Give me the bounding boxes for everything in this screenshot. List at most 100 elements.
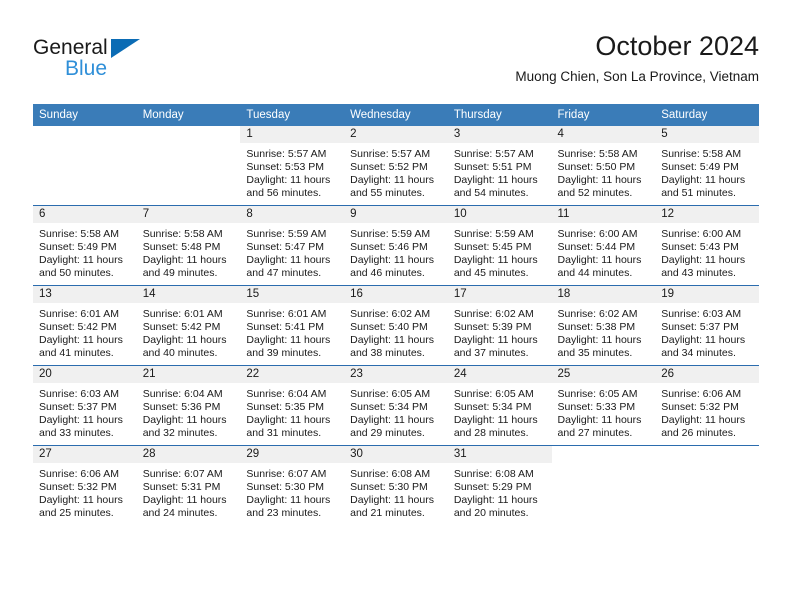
sunset-text: Sunset: 5:38 PM bbox=[557, 321, 636, 334]
calendar-day-cell[interactable]: 17 Sunrise: 6:02 AM Sunset: 5:39 PM Dayligh… bbox=[447, 285, 552, 366]
daylight-text: and 43 minutes. bbox=[661, 267, 736, 280]
day-details: Sunrise: 5:57 AM Sunset: 5:53 PM Daylight:… bbox=[240, 143, 344, 200]
daylight-text: Daylight: 11 hours bbox=[142, 254, 227, 267]
day-number: 8 bbox=[240, 206, 345, 223]
sunset-text: Sunset: 5:37 PM bbox=[661, 321, 739, 334]
calendar-day-cell[interactable]: 31 Sunrise: 6:08 AM Sunset: 5:29 PM Dayligh… bbox=[447, 445, 552, 525]
calendar-day-cell[interactable]: 7 Sunrise: 5:58 AM Sunset: 5:48 PM Daylight… bbox=[136, 205, 241, 286]
sunset-text: Sunset: 5:33 PM bbox=[557, 401, 636, 414]
day-number bbox=[136, 126, 241, 143]
day-number: 24 bbox=[447, 366, 552, 383]
day-cell-inner: 13 Sunrise: 6:01 AM Sunset: 5:42 PM Dayligh… bbox=[33, 286, 137, 365]
calendar-day-cell[interactable]: 27 Sunrise: 6:06 AM Sunset: 5:32 PM Dayligh… bbox=[33, 445, 137, 525]
general-blue-logo: General Blue bbox=[33, 36, 163, 86]
daylight-text: Daylight: 11 hours bbox=[661, 334, 746, 347]
day-details: Sunrise: 6:06 AM Sunset: 5:32 PM Daylight:… bbox=[655, 383, 759, 440]
logo-triangle-icon bbox=[111, 39, 140, 58]
sunset-text: Sunset: 5:32 PM bbox=[39, 481, 117, 494]
sunset-text: Sunset: 5:42 PM bbox=[39, 321, 117, 334]
day-number: 29 bbox=[240, 446, 345, 463]
calendar-day-cell[interactable]: 6 Sunrise: 5:58 AM Sunset: 5:49 PM Daylight… bbox=[33, 205, 137, 286]
calendar-day-cell[interactable]: 10 Sunrise: 5:59 AM Sunset: 5:45 PM Dayligh… bbox=[447, 205, 552, 286]
sunset-text: Sunset: 5:39 PM bbox=[453, 321, 532, 334]
sunrise-text: Sunrise: 6:08 AM bbox=[453, 468, 534, 480]
day-cell-inner: 19 Sunrise: 6:03 AM Sunset: 5:37 PM Dayligh… bbox=[655, 286, 759, 365]
day-cell-inner: 8 Sunrise: 5:59 AM Sunset: 5:47 PM Daylight… bbox=[240, 206, 345, 285]
calendar-day-cell[interactable]: 28 Sunrise: 6:07 AM Sunset: 5:31 PM Dayligh… bbox=[136, 445, 241, 525]
day-number: 30 bbox=[344, 446, 448, 463]
day-cell-inner: 2 Sunrise: 5:57 AM Sunset: 5:52 PM Daylight… bbox=[344, 126, 448, 205]
calendar-day-cell[interactable]: 19 Sunrise: 6:03 AM Sunset: 5:37 PM Dayligh… bbox=[655, 285, 759, 366]
daylight-text: and 46 minutes. bbox=[350, 267, 425, 280]
calendar-day-cell[interactable]: 22 Sunrise: 6:04 AM Sunset: 5:35 PM Dayligh… bbox=[240, 365, 345, 446]
sunrise-text: Sunrise: 6:01 AM bbox=[39, 308, 119, 320]
sunrise-text: Sunrise: 5:58 AM bbox=[142, 228, 223, 240]
calendar-day-cell[interactable]: 25 Sunrise: 6:05 AM Sunset: 5:33 PM Dayligh… bbox=[551, 365, 656, 446]
sunset-text: Sunset: 5:47 PM bbox=[246, 241, 325, 254]
sunset-text: Sunset: 5:49 PM bbox=[39, 241, 117, 254]
weekday-header-wednesday: Wednesday bbox=[344, 104, 448, 126]
weekday-header-sunday: Sunday bbox=[33, 104, 137, 126]
day-cell-inner bbox=[33, 126, 137, 205]
calendar-day-cell[interactable]: 13 Sunrise: 6:01 AM Sunset: 5:42 PM Dayligh… bbox=[33, 285, 137, 366]
calendar-week-row: 6 Sunrise: 5:58 AM Sunset: 5:49 PM Daylight… bbox=[33, 205, 759, 286]
daylight-text: and 40 minutes. bbox=[142, 347, 218, 360]
calendar-day-cell[interactable]: 16 Sunrise: 6:02 AM Sunset: 5:40 PM Dayligh… bbox=[344, 285, 448, 366]
day-number bbox=[551, 446, 656, 463]
calendar-day-cell[interactable]: 5 Sunrise: 5:58 AM Sunset: 5:49 PM Daylight… bbox=[655, 126, 759, 206]
daylight-text: Daylight: 11 hours bbox=[661, 254, 746, 267]
day-cell-inner: 5 Sunrise: 5:58 AM Sunset: 5:49 PM Daylight… bbox=[655, 126, 759, 205]
calendar-day-cell[interactable]: 18 Sunrise: 6:02 AM Sunset: 5:38 PM Dayligh… bbox=[551, 285, 656, 366]
calendar-day-cell[interactable]: 14 Sunrise: 6:01 AM Sunset: 5:42 PM Dayligh… bbox=[136, 285, 241, 366]
daylight-text: Daylight: 11 hours bbox=[557, 174, 642, 187]
sunset-text: Sunset: 5:36 PM bbox=[142, 401, 221, 414]
calendar-day-cell[interactable]: 20 Sunrise: 6:03 AM Sunset: 5:37 PM Dayligh… bbox=[33, 365, 137, 446]
sunrise-text: Sunrise: 6:00 AM bbox=[557, 228, 638, 240]
day-number: 2 bbox=[344, 126, 448, 143]
calendar-day-cell[interactable]: 30 Sunrise: 6:08 AM Sunset: 5:30 PM Dayligh… bbox=[344, 445, 448, 525]
calendar-day-cell[interactable]: 23 Sunrise: 6:05 AM Sunset: 5:34 PM Dayligh… bbox=[344, 365, 448, 446]
day-number: 11 bbox=[551, 206, 656, 223]
sunset-text: Sunset: 5:45 PM bbox=[453, 241, 532, 254]
calendar-day-cell[interactable]: 29 Sunrise: 6:07 AM Sunset: 5:30 PM Dayligh… bbox=[240, 445, 345, 525]
calendar-day-cell[interactable]: 12 Sunrise: 6:00 AM Sunset: 5:43 PM Dayligh… bbox=[655, 205, 759, 286]
calendar-day-cell[interactable]: 1 Sunrise: 5:57 AM Sunset: 5:53 PM Daylight… bbox=[240, 126, 345, 206]
calendar-day-cell[interactable]: 9 Sunrise: 5:59 AM Sunset: 5:46 PM Daylight… bbox=[344, 205, 448, 286]
daylight-text: and 29 minutes. bbox=[350, 427, 425, 440]
daylight-text: and 45 minutes. bbox=[453, 267, 529, 280]
daylight-text: Daylight: 11 hours bbox=[39, 414, 123, 427]
day-cell-inner bbox=[655, 446, 759, 525]
sunrise-text: Sunrise: 6:00 AM bbox=[661, 228, 742, 240]
daylight-text: and 21 minutes. bbox=[350, 507, 425, 520]
day-details: Sunrise: 5:57 AM Sunset: 5:52 PM Daylight:… bbox=[344, 143, 448, 200]
daylight-text: Daylight: 11 hours bbox=[39, 254, 123, 267]
calendar-day-cell[interactable]: 11 Sunrise: 6:00 AM Sunset: 5:44 PM Dayligh… bbox=[551, 205, 656, 286]
day-details: Sunrise: 6:08 AM Sunset: 5:29 PM Daylight:… bbox=[448, 463, 552, 520]
day-details: Sunrise: 6:00 AM Sunset: 5:44 PM Daylight:… bbox=[552, 223, 656, 280]
weekday-header-row: Sunday Monday Tuesday Wednesday Thursday Frid… bbox=[33, 104, 759, 126]
day-details: Sunrise: 6:03 AM Sunset: 5:37 PM Daylight:… bbox=[33, 383, 137, 440]
calendar-day-cell[interactable]: 8 Sunrise: 5:59 AM Sunset: 5:47 PM Daylight… bbox=[240, 205, 345, 286]
calendar-day-cell[interactable]: 15 Sunrise: 6:01 AM Sunset: 5:41 PM Dayligh… bbox=[240, 285, 345, 366]
day-cell-inner: 6 Sunrise: 5:58 AM Sunset: 5:49 PM Daylight… bbox=[33, 206, 137, 285]
sunrise-text: Sunrise: 6:04 AM bbox=[142, 388, 223, 400]
day-details: Sunrise: 5:59 AM Sunset: 5:46 PM Daylight:… bbox=[344, 223, 448, 280]
sunset-text: Sunset: 5:44 PM bbox=[557, 241, 636, 254]
calendar-day-cell[interactable]: 21 Sunrise: 6:04 AM Sunset: 5:36 PM Dayligh… bbox=[136, 365, 241, 446]
day-number: 4 bbox=[551, 126, 656, 143]
day-details: Sunrise: 6:05 AM Sunset: 5:33 PM Daylight:… bbox=[552, 383, 656, 440]
day-cell-inner: 18 Sunrise: 6:02 AM Sunset: 5:38 PM Dayligh… bbox=[551, 286, 656, 365]
calendar-day-cell[interactable]: 2 Sunrise: 5:57 AM Sunset: 5:52 PM Daylight… bbox=[344, 126, 448, 206]
sunrise-text: Sunrise: 5:58 AM bbox=[661, 148, 742, 160]
calendar-day-cell[interactable]: 26 Sunrise: 6:06 AM Sunset: 5:32 PM Dayligh… bbox=[655, 365, 759, 446]
daylight-text: Daylight: 11 hours bbox=[246, 254, 331, 267]
calendar-empty-cell bbox=[551, 445, 656, 525]
sunset-text: Sunset: 5:40 PM bbox=[350, 321, 428, 334]
sunset-text: Sunset: 5:53 PM bbox=[246, 161, 325, 174]
calendar-day-cell[interactable]: 4 Sunrise: 5:58 AM Sunset: 5:50 PM Daylight… bbox=[551, 126, 656, 206]
calendar-day-cell[interactable]: 3 Sunrise: 5:57 AM Sunset: 5:51 PM Daylight… bbox=[447, 126, 552, 206]
calendar-day-cell[interactable]: 24 Sunrise: 6:05 AM Sunset: 5:34 PM Dayligh… bbox=[447, 365, 552, 446]
sunrise-text: Sunrise: 6:05 AM bbox=[557, 388, 638, 400]
sunset-text: Sunset: 5:35 PM bbox=[246, 401, 325, 414]
day-cell-inner: 16 Sunrise: 6:02 AM Sunset: 5:40 PM Dayligh… bbox=[344, 286, 448, 365]
